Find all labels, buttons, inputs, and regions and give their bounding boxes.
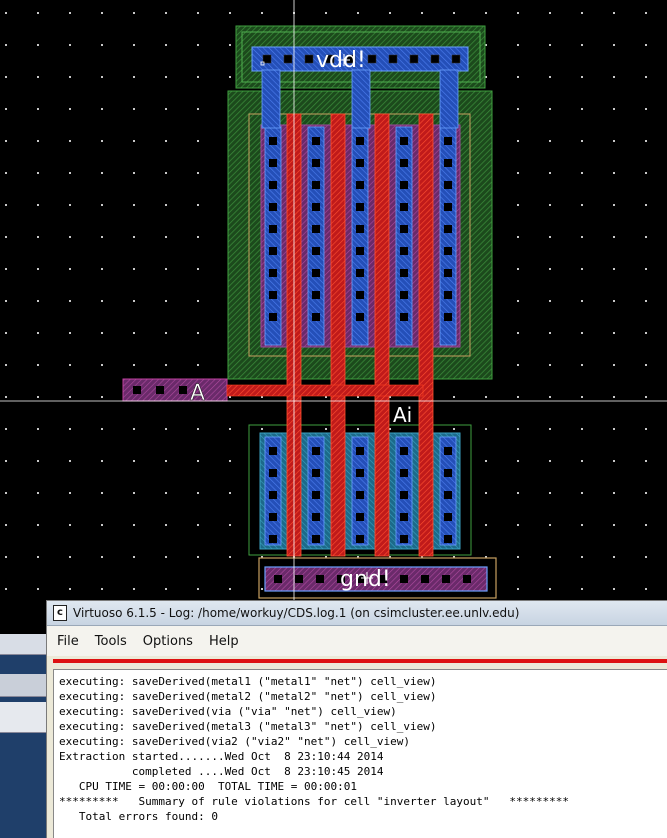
log-output-area[interactable]: executing: saveDerived(metal1 ("metal1" … xyxy=(53,669,667,838)
log-line: executing: saveDerived(metal1 ("metal1" … xyxy=(59,675,437,688)
log-line: executing: saveDerived(via2 ("via2" "net… xyxy=(59,735,410,748)
background-window-panel xyxy=(0,702,46,733)
log-line: Total errors found: 0 xyxy=(59,810,218,823)
background-window-menubar xyxy=(0,674,46,697)
log-line: ********* Summary of rule violations for… xyxy=(59,795,569,808)
background-window-titlebar xyxy=(0,634,46,655)
log-line: executing: saveDerived(metal2 ("metal2" … xyxy=(59,690,437,703)
log-line: CPU TIME = 00:00:00 TOTAL TIME = 00:00:0… xyxy=(59,780,358,793)
log-window[interactable]: c Virtuoso 6.1.5 - Log: /home/workuy/CDS… xyxy=(46,600,667,838)
log-window-menubar: File Tools Options Help xyxy=(47,626,667,656)
virtuoso-app-icon: c xyxy=(53,605,67,621)
log-line: executing: saveDerived(via ("via" "net")… xyxy=(59,705,397,718)
menu-file[interactable]: File xyxy=(57,634,79,649)
pmos-transistor[interactable] xyxy=(227,90,493,380)
input-a-poly xyxy=(226,384,424,397)
gnd-label: gnd! xyxy=(340,567,391,592)
log-window-separator xyxy=(53,659,667,663)
log-line: Extraction started.......Wed Oct 8 23:10… xyxy=(59,750,384,763)
menu-options[interactable]: Options xyxy=(143,634,193,649)
log-line: completed ....Wed Oct 8 23:10:45 2014 xyxy=(59,765,384,778)
layout-canvas[interactable]: A Ai gnd! vdd! xyxy=(0,0,667,600)
desktop-background xyxy=(0,634,46,838)
log-window-title: Virtuoso 6.1.5 - Log: /home/workuy/CDS.l… xyxy=(73,606,520,620)
input-a-label: A xyxy=(190,381,205,406)
menu-tools[interactable]: Tools xyxy=(95,634,127,649)
log-line: executing: saveDerived(metal3 ("metal3" … xyxy=(59,720,437,733)
nmos-transistor[interactable] xyxy=(248,424,472,556)
log-window-titlebar[interactable]: c Virtuoso 6.1.5 - Log: /home/workuy/CDS… xyxy=(47,601,667,626)
output-ai-label: Ai xyxy=(393,403,412,427)
menu-help[interactable]: Help xyxy=(209,634,239,649)
